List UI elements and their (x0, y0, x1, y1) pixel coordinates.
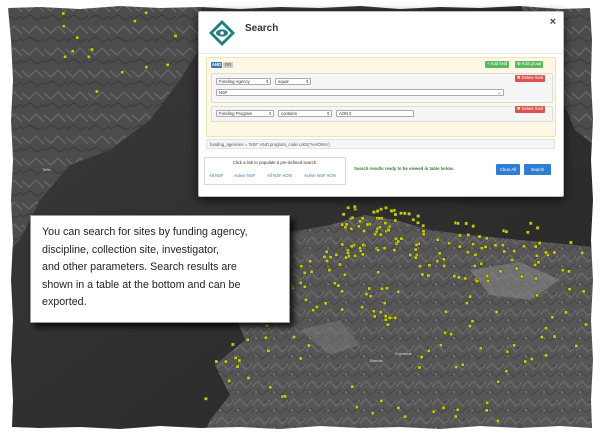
close-icon[interactable]: × (550, 16, 556, 28)
delete-field-button[interactable]: ✖ Delete field (514, 75, 545, 82)
search-status-text: Search results ready to be viewed in tab… (354, 166, 454, 171)
add-field-button[interactable]: + Add field (485, 61, 510, 68)
delete-field-button[interactable]: ✖ Delete field (514, 106, 545, 113)
operator-select-value: equal (278, 79, 289, 84)
predefined-search-title: Click a link to populate a pre-defined s… (232, 160, 318, 165)
search-button[interactable]: Search (524, 164, 551, 175)
predefined-link-all-nsf-aon[interactable]: All NSF AON (267, 173, 292, 179)
field-select[interactable]: Funding Agency ⇕ (216, 78, 271, 85)
diamond-eye-logo-icon (209, 20, 235, 46)
select-arrow-icon: ⇕ (268, 111, 272, 116)
operator-select-value: contains (281, 111, 298, 116)
predefined-link-active-nsf-aon[interactable]: Active NSF AON (304, 173, 336, 179)
operator-select[interactable]: equal ⇕ (275, 78, 311, 85)
or-toggle-button[interactable]: OR (223, 62, 233, 68)
field-select-value: Funding Program (219, 111, 253, 116)
select-arrow-icon: ⌄ (497, 90, 501, 95)
predefined-search-panel: Click a link to populate a pre-defined s… (204, 157, 346, 185)
value-select-value: NSF (219, 90, 228, 95)
callout-box: You can search for sites by funding agen… (30, 215, 290, 323)
query-rule-funding-agency: Funding Agency ⇕ equal ⇕ ✖ Delete field NS… (211, 73, 553, 103)
value-select[interactable]: NSF ⌄ (216, 89, 504, 96)
predefined-link-all-nsf[interactable]: All NSF (209, 173, 224, 179)
query-builder: AND OR + Add field ⊕ Add group Funding A… (206, 57, 556, 137)
dialog-title: Search (245, 23, 279, 34)
value-select[interactable]: AON⇕ (336, 110, 414, 117)
select-arrow-icon: ⇕ (326, 111, 330, 116)
clear-all-button[interactable]: Clear All (496, 164, 520, 175)
dialog-header-divider (199, 53, 563, 54)
select-arrow-icon: ⇕ (265, 79, 269, 84)
predefined-link-active-nsf[interactable]: Active NSF (234, 173, 256, 179)
callout-text: You can search for sites by funding agen… (42, 226, 248, 308)
value-select-value: AON (339, 111, 349, 116)
add-group-button[interactable]: ⊕ Add group (515, 61, 544, 68)
screenshot-frame: Barrow Teller Kotzebue Search × AND OR +… (0, 0, 600, 445)
select-arrow-icon: ⇕ (348, 111, 352, 116)
operator-select[interactable]: contains ⇕ (278, 110, 332, 117)
select-arrow-icon: ⇕ (305, 79, 309, 84)
sql-preview: funding_agencies = 'NSF' AND program_cod… (206, 139, 555, 149)
query-rule-funding-program: Funding Program ⇕ contains ⇕ AON⇕ ✖ Delete… (211, 106, 553, 122)
and-toggle-button[interactable]: AND (211, 62, 222, 68)
field-select-value: Funding Agency (219, 79, 250, 84)
field-select[interactable]: Funding Program ⇕ (216, 110, 274, 117)
